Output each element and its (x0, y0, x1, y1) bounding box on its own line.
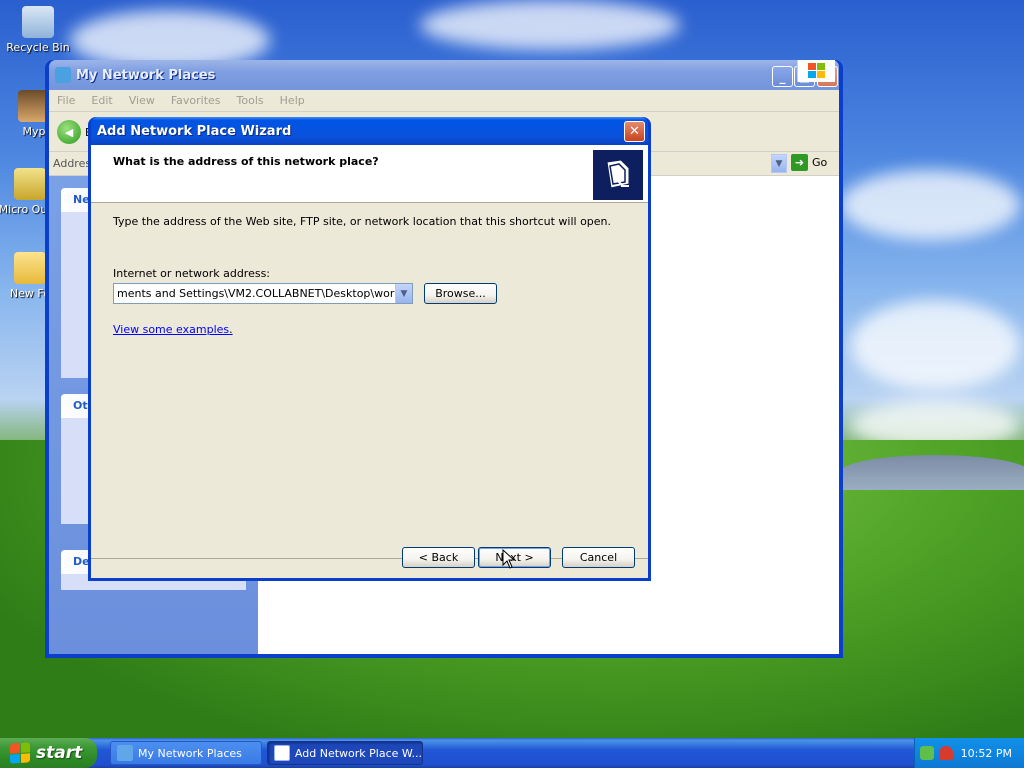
taskbar-item-add-network-place[interactable]: Add Network Place W... (267, 741, 423, 765)
menu-help[interactable]: Help (280, 94, 305, 107)
sky-cloud (850, 300, 1020, 390)
add-network-place-wizard: Add Network Place Wizard ✕ What is the a… (88, 117, 651, 581)
network-folder-icon (593, 150, 643, 200)
browse-button[interactable]: Browse... (424, 283, 497, 304)
wizard-content: Type the address of the Web site, FTP si… (113, 215, 628, 336)
menu-favorites[interactable]: Favorites (171, 94, 221, 107)
desktop-icon-label: Recycle Bin (6, 41, 70, 54)
chevron-down-icon[interactable]: ▼ (395, 284, 412, 303)
cancel-button[interactable]: Cancel (562, 547, 635, 568)
taskbar-item-my-network-places[interactable]: My Network Places (110, 741, 262, 765)
network-folder-graphic (606, 159, 630, 189)
close-icon: ✕ (629, 124, 640, 139)
distant-mountain (840, 455, 1024, 490)
start-button[interactable]: start (0, 738, 97, 768)
desktop-icon-recycle-bin[interactable]: Recycle Bin (0, 6, 76, 54)
address-dropdown-arrow[interactable]: ▼ (771, 154, 787, 173)
view-examples-link[interactable]: View some examples. (113, 323, 233, 336)
go-button[interactable]: ➜ Go (791, 154, 827, 171)
start-label: start (36, 743, 83, 763)
taskbar-item-label: Add Network Place W... (294, 746, 422, 760)
clock[interactable]: 10:52 PM (961, 747, 1012, 760)
back-button[interactable]: < Back (402, 547, 475, 568)
windows-flag-icon (10, 742, 30, 764)
sky-cloud (840, 170, 1020, 240)
wizard-heading: What is the address of this network plac… (113, 155, 379, 168)
recycle-bin-icon (22, 6, 54, 38)
network-tray-icon[interactable] (919, 746, 934, 760)
wizard-header: What is the address of this network plac… (91, 145, 648, 203)
network-places-icon (117, 745, 133, 761)
network-address-input[interactable] (114, 284, 395, 303)
menu-edit[interactable]: Edit (91, 94, 112, 107)
security-shield-icon[interactable] (938, 746, 953, 760)
menu-view[interactable]: View (129, 94, 155, 107)
menu-tools[interactable]: Tools (237, 94, 264, 107)
wizard-close-button[interactable]: ✕ (624, 121, 645, 142)
system-tray: 10:52 PM (914, 738, 1024, 768)
back-arrow-icon[interactable]: ◀ (57, 120, 81, 144)
outlook-icon (14, 168, 46, 200)
minimize-icon: _ (779, 69, 786, 84)
folder-icon (14, 252, 46, 284)
minimize-button[interactable]: _ (772, 66, 793, 87)
windows-flag-icon (807, 63, 825, 78)
taskbar: start My Network Places Add Network Plac… (0, 738, 1024, 768)
windows-logo (797, 60, 835, 82)
menu-bar: File Edit View Favorites Tools Help (49, 60, 839, 112)
explorer-title-bar[interactable]: My Network Places (49, 60, 839, 90)
wizard-description: Type the address of the Web site, FTP si… (113, 215, 612, 228)
wizard-title-bar[interactable]: Add Network Place Wizard (91, 117, 648, 145)
explorer-title: My Network Places (76, 67, 216, 83)
sky-cloud (420, 0, 680, 50)
wizard-body: What is the address of this network plac… (91, 145, 648, 578)
go-arrow-icon: ➜ (791, 154, 808, 171)
network-places-icon (55, 67, 71, 83)
wizard-window-icon (274, 745, 290, 761)
network-address-combo[interactable]: ▼ (113, 283, 413, 304)
go-label: Go (812, 156, 828, 169)
examples-link-text[interactable]: View some examples (113, 323, 229, 336)
desktop-icon-label: Myp (22, 125, 46, 138)
wizard-title: Add Network Place Wizard (97, 123, 292, 139)
mouse-cursor-icon (502, 549, 516, 569)
menu-file[interactable]: File (57, 94, 75, 107)
address-field-label: Internet or network address: (113, 267, 271, 280)
taskbar-item-label: My Network Places (138, 746, 242, 760)
examples-period: . (229, 323, 233, 336)
